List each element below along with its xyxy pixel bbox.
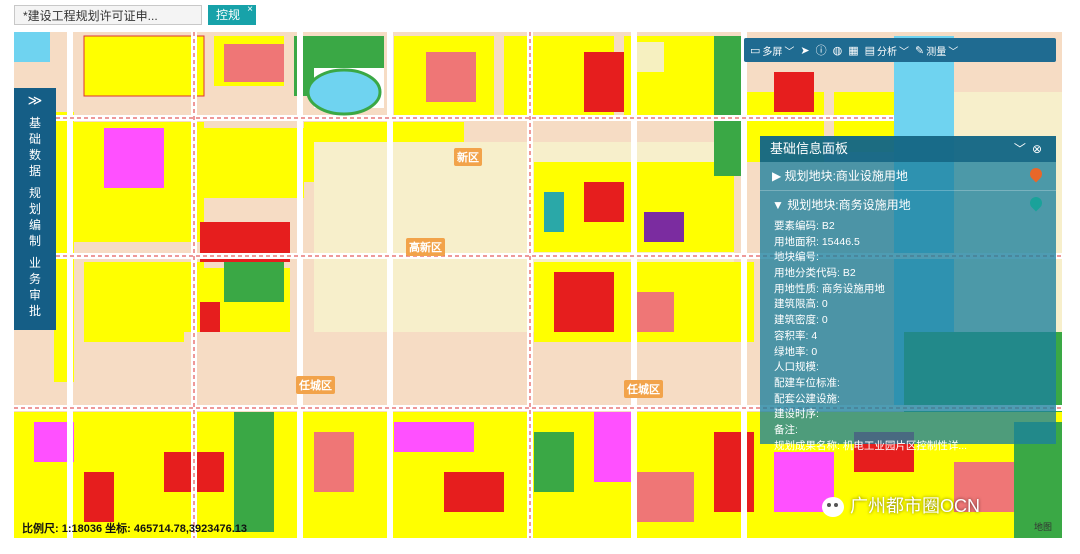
sidebar-item-business-approval[interactable]: 业务审批 [14, 255, 56, 319]
ruler-icon: ✎ [915, 44, 925, 57]
district-label: 高新区 [406, 238, 445, 256]
sidebar-item-planning[interactable]: 规划编制 [14, 185, 56, 249]
attribute-row: 备注: [774, 423, 798, 436]
analysis-icon: ▤ [864, 44, 876, 57]
attribute-row: 要素编码: B2 [774, 220, 835, 232]
panel-header: 基础信息面板 ﹀⊗ [760, 136, 1056, 162]
attribute-row: 用地面积: 15446.5 [774, 235, 860, 248]
tab-label: 控规 [216, 8, 241, 22]
expand-arrow-icon: ▶ [772, 169, 782, 183]
measure-label: 测量 [926, 46, 947, 58]
attribute-row: 建筑限高: 0 [774, 298, 828, 311]
attribute-list: 要素编码: B2 用地面积: 15446.5 地块编号: 用地分类代码: B2 … [760, 219, 1056, 454]
district-label: 任城区 [624, 380, 663, 398]
map-link[interactable]: 地图 [1034, 520, 1052, 533]
attribute-row: 建筑密度: 0 [774, 314, 828, 327]
attribute-row: 配建车位标准: [774, 376, 840, 389]
collapse-arrow-icon: ▼ [772, 198, 784, 212]
tab-bar: *建设工程规划许可证申... 控规 × [0, 0, 1080, 30]
calculator-icon[interactable]: ▦ [848, 44, 858, 57]
tab-close-icon[interactable]: × [247, 0, 253, 20]
analysis-button[interactable]: ▤ 分析 ﹀ [865, 43, 909, 58]
analysis-label: 分析 [877, 46, 898, 58]
status-readout: 比例尺: 1:18036 坐标: 465714.78,3923476.13 [22, 520, 247, 536]
attribute-row: 建设时序: [774, 408, 819, 421]
location-pin-icon[interactable] [1027, 165, 1045, 183]
pointer-icon[interactable]: ➤ [800, 44, 809, 57]
multiscreen-label: 多屏 [762, 46, 783, 58]
district-label: 任城区 [296, 376, 335, 394]
attribute-row: 用地分类代码: B2 [774, 267, 856, 280]
attribute-row: 容积率: 4 [774, 329, 818, 342]
sidebar-item-base-data[interactable]: 基础数据 [14, 115, 56, 179]
measure-button[interactable]: ✎ 测量 ﹀ [915, 43, 958, 58]
chevron-down-icon: ﹀ [784, 46, 795, 58]
globe-icon[interactable]: ◍ [833, 44, 843, 57]
attribute-row: 绿地率: 0 [774, 345, 818, 358]
attribute-row: 人口规模: [774, 361, 819, 374]
rect-icon: ▭ [750, 44, 761, 57]
tab-permit-application[interactable]: *建设工程规划许可证申... [14, 5, 202, 25]
close-icon[interactable]: ⊗ [1032, 142, 1048, 156]
attribute-row: 规划成果名称: 机电工业园片区控制性详... [774, 439, 968, 452]
multiscreen-button[interactable]: ▭ 多屏 ﹀ [750, 43, 794, 58]
coordinate-readout: 坐标: 465714.78,3923476.13 [105, 523, 248, 535]
map-toolbar: ▭ 多屏 ﹀ ➤ ⓘ ◍ ▦ ▤ 分析 ﹀ ✎ 测量 ﹀ [744, 38, 1056, 62]
wechat-icon [822, 497, 844, 518]
info-icon[interactable]: ⓘ [816, 42, 827, 58]
chevron-down-icon: ﹀ [899, 46, 910, 58]
attribute-row: 配套公建设施: [774, 392, 840, 405]
expand-sidebar-icon[interactable]: ≫ [14, 92, 56, 109]
section-commercial[interactable]: ▶ 规划地块:商业设施用地 [760, 162, 1056, 191]
section-business[interactable]: ▼ 规划地块:商务设施用地 [760, 191, 1056, 219]
tab-regulatory-plan[interactable]: 控规 × [208, 4, 256, 25]
left-sidebar: ≫ 基础数据 规划编制 业务审批 [14, 88, 56, 330]
chevron-down-icon: ﹀ [948, 46, 959, 58]
section-title: 规划地块:商务设施用地 [787, 198, 911, 212]
collapse-icon[interactable]: ﹀ [1014, 142, 1032, 156]
section-title: 规划地块:商业设施用地 [784, 169, 908, 183]
scale-readout: 比例尺: 1:18036 [22, 523, 103, 535]
info-panel: 基础信息面板 ﹀⊗ ▶ 规划地块:商业设施用地 ▼ 规划地块:商务设施用地 要素… [760, 136, 1056, 452]
panel-title: 基础信息面板 [770, 141, 849, 156]
watermark-text: 广州都市圈OCN [850, 496, 980, 516]
attribute-row: 用地性质: 商务设施用地 [774, 282, 885, 295]
district-label: 新区 [454, 148, 482, 166]
location-pin-icon[interactable] [1027, 194, 1045, 212]
watermark: 广州都市圈OCN [822, 492, 980, 518]
attribute-row: 地块编号: [774, 251, 819, 264]
